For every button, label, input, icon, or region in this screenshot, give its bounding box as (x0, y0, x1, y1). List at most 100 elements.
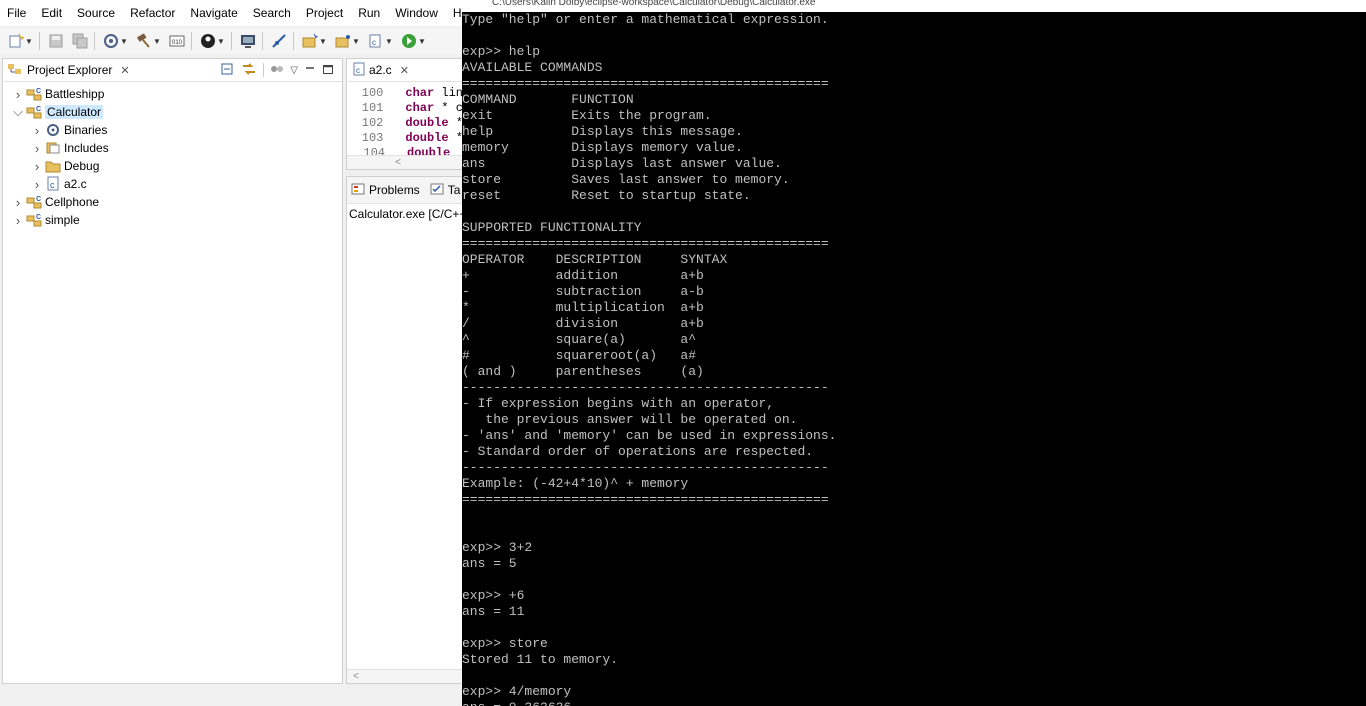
close-icon[interactable]: ✕ (400, 64, 409, 77)
menu-refactor[interactable]: Refactor (123, 0, 183, 26)
tree-item-debug[interactable]: › Debug (3, 157, 342, 175)
close-icon[interactable]: ✕ (120, 64, 129, 77)
chevron-right-icon[interactable]: › (11, 87, 25, 102)
terminal-icon[interactable] (240, 33, 256, 49)
chevron-right-icon[interactable]: › (11, 213, 25, 228)
terminal-line: store Saves last answer to memory. (462, 172, 790, 187)
chevron-down-icon[interactable]: ▼ (153, 37, 161, 46)
chevron-right-icon[interactable]: › (30, 141, 44, 156)
menu-file[interactable]: File (0, 0, 34, 26)
save-all-icon[interactable] (72, 33, 88, 49)
svg-text:010: 010 (172, 40, 183, 46)
code-text: * c (434, 101, 463, 115)
tree-item-cellphone[interactable]: › C Cellphone (3, 193, 342, 211)
tab-a2-c[interactable]: c a2.c ✕ (347, 59, 463, 82)
tree-item-binaries[interactable]: › Binaries (3, 121, 342, 139)
tree-item-label: Debug (64, 159, 100, 173)
run-icon[interactable] (401, 33, 417, 49)
filter-icon[interactable] (270, 62, 284, 79)
terminal-line: ( and ) parentheses (a) (462, 364, 704, 379)
collapse-all-icon[interactable] (221, 62, 235, 79)
chevron-down-icon[interactable]: ▼ (120, 37, 128, 46)
folder-icon (44, 158, 62, 174)
tab-problems[interactable]: Problems (347, 182, 420, 199)
link-editor-icon[interactable] (241, 62, 257, 79)
chevron-down-icon[interactable]: ▼ (418, 37, 426, 46)
terminal-line: Type "help" or enter a mathematical expr… (462, 12, 829, 27)
menu-edit[interactable]: Edit (34, 0, 70, 26)
toolbar-separator (39, 32, 40, 50)
project-tree: › C Battleshipp ⌵ C Calculator › Binaries › Inclu… (3, 82, 342, 229)
terminal-line: ----------------------------------------… (462, 380, 829, 395)
code-editor: c a2.c ✕ 100 char lin 101 char * c 102 double… (346, 58, 464, 170)
terminal-window[interactable]: Type "help" or enter a mathematical expr… (462, 12, 1366, 706)
code-keyword: char (405, 101, 435, 115)
terminal-line: Example: (-42+4*10)^ + memory (462, 476, 689, 491)
tab-project-explorer[interactable]: Project Explorer ✕ (3, 61, 130, 80)
includes-icon (44, 140, 62, 156)
menu-project[interactable]: Project (299, 0, 351, 26)
new-folder-icon[interactable] (335, 33, 351, 49)
maximize-icon[interactable] (322, 63, 334, 78)
skip-breakpoints-icon[interactable] (271, 33, 287, 49)
main-toolbar: ▼ ▼ ▼ 010 ▼ ▼ ▼ c ▼ ▼ (0, 28, 462, 54)
save-icon[interactable] (48, 33, 64, 49)
scroll-left-arrow[interactable]: < (395, 157, 401, 168)
terminal-line: Stored 11 to memory. (462, 652, 619, 667)
tree-item-includes[interactable]: › Includes (3, 139, 342, 157)
chevron-down-icon[interactable]: ▼ (385, 37, 393, 46)
build-settings-icon[interactable] (103, 33, 119, 49)
svg-text:c: c (50, 180, 55, 190)
c-file-icon: c (353, 62, 365, 79)
terminal-line: ans = 11 (462, 604, 525, 619)
binary-icon[interactable]: 010 (169, 33, 185, 49)
terminal-line: + addition a+b (462, 268, 704, 283)
new-icon[interactable] (8, 33, 24, 49)
chevron-right-icon[interactable]: › (30, 159, 44, 174)
chevron-right-icon[interactable]: › (11, 195, 25, 210)
terminal-line: exp>> 4/memory (462, 684, 572, 699)
tree-item-label: Binaries (64, 123, 108, 137)
chevron-down-icon[interactable]: ▼ (352, 37, 360, 46)
minimize-icon[interactable] (304, 63, 316, 78)
scroll-left-arrow[interactable]: < (353, 671, 359, 682)
menu-navigate[interactable]: Navigate (183, 0, 245, 26)
menu-search[interactable]: Search (246, 0, 299, 26)
chevron-down-icon[interactable]: ⌵ (11, 104, 25, 120)
chevron-right-icon[interactable]: › (30, 177, 44, 192)
tab-tasks[interactable]: Ta (426, 182, 460, 199)
chevron-down-icon[interactable]: ▼ (25, 37, 33, 46)
menu-source[interactable]: Source (70, 0, 123, 26)
chevron-right-icon[interactable]: › (30, 123, 44, 138)
view-menu-icon[interactable]: ▽ (290, 65, 298, 76)
terminal-line: ========================================… (462, 492, 829, 507)
chevron-down-icon[interactable]: ▼ (217, 37, 225, 46)
code-line: 103 double * (347, 131, 463, 146)
menu-window[interactable]: Window (388, 0, 446, 26)
terminal-line: ans = 0.363636 (462, 700, 1366, 706)
profile-icon[interactable] (200, 33, 216, 49)
code-area[interactable]: 100 char lin 101 char * c 102 double * 103 doub… (347, 82, 463, 161)
tree-item-battleshipp[interactable]: › C Battleshipp (3, 85, 342, 103)
tree-item-a2-c[interactable]: › c a2.c (3, 175, 342, 193)
console-tabs: Problems Ta (347, 177, 463, 204)
new-source-icon[interactable]: c (368, 33, 384, 49)
tree-item-calculator[interactable]: ⌵ C Calculator (3, 103, 342, 121)
project-explorer-title: Project Explorer (27, 63, 113, 77)
code-keyword: double (405, 131, 449, 145)
terminal-line: ========================================… (462, 236, 829, 251)
chevron-down-icon[interactable]: ▼ (319, 37, 327, 46)
menu-bar: File Edit Source Refactor Navigate Search Proj… (0, 0, 478, 26)
hammer-icon[interactable] (136, 33, 152, 49)
terminal-line: ========================================… (462, 76, 829, 91)
terminal-title-bar[interactable]: C:\Users\Kalin Dolby\eclipse-workspace\C… (462, 0, 1366, 12)
console-horizontal-scrollbar[interactable]: < (347, 669, 463, 683)
editor-horizontal-scrollbar[interactable]: < (347, 155, 463, 169)
editor-tab-label: a2.c (369, 63, 392, 77)
tree-item-simple[interactable]: › Csimple (3, 211, 342, 229)
menu-run[interactable]: Run (351, 0, 388, 26)
new-project-icon[interactable] (302, 33, 318, 49)
